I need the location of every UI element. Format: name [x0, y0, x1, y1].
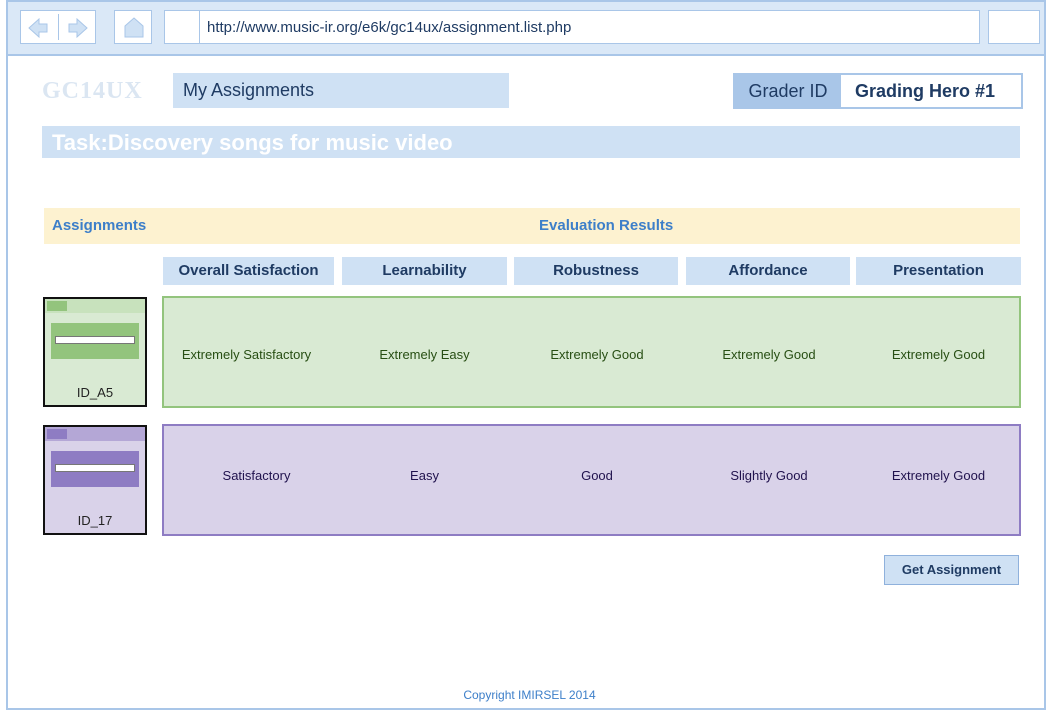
result-row[interactable]: Extremely Satisfactory Extremely Easy Ex…: [162, 296, 1021, 408]
result-affordance: Slightly Good: [730, 468, 808, 483]
thumbnail-favicon: [47, 429, 67, 439]
page-title: My Assignments: [173, 73, 509, 108]
grader-id-label: Grader ID: [735, 75, 841, 107]
thumbnail-favicon: [47, 301, 67, 311]
column-header-overall-satisfaction: Overall Satisfaction: [163, 257, 334, 285]
result-learnability: Extremely Easy: [379, 347, 470, 362]
column-header-robustness: Robustness: [514, 257, 678, 285]
assignments-heading: Assignments: [52, 217, 147, 234]
evaluation-results-heading: Evaluation Results: [539, 217, 674, 234]
forward-arrow-icon[interactable]: [67, 18, 89, 38]
site-logo: GC14UX: [42, 78, 143, 104]
browser-menu-button[interactable]: [988, 10, 1040, 44]
home-icon: [124, 17, 144, 38]
result-learnability: Easy: [410, 468, 439, 483]
browser-toolbar: http://www.music-ir.org/e6k/gc14ux/assig…: [6, 0, 1046, 56]
assignment-id: ID_A5: [76, 385, 114, 400]
task-title: Task:Discovery songs for music video: [52, 130, 453, 155]
nav-buttons: [20, 10, 96, 44]
column-header-learnability: Learnability: [342, 257, 507, 285]
table-heading-band: Assignments Evaluation Results: [44, 208, 1020, 244]
result-presentation: Extremely Good: [891, 347, 986, 362]
copyright-footer: Copyright IMIRSEL 2014: [463, 688, 596, 702]
get-assignment-button[interactable]: Get Assignment: [884, 555, 1019, 585]
task-banner: Task:Discovery songs for music video: [42, 126, 1020, 158]
assignment-thumbnail[interactable]: ID_A5: [43, 297, 147, 407]
thumbnail-search-box: [55, 464, 135, 472]
thumbnail-search-box: [55, 336, 135, 344]
grader-id-box: Grader ID Grading Hero #1: [733, 73, 1023, 109]
url-text: http://www.music-ir.org/e6k/gc14ux/assig…: [207, 19, 572, 36]
result-robustness: Good: [581, 468, 613, 483]
column-header-presentation: Presentation: [856, 257, 1021, 285]
nav-divider: [58, 14, 59, 40]
back-arrow-icon[interactable]: [27, 18, 49, 38]
result-overall-satisfaction: Satisfactory: [222, 468, 291, 483]
result-row[interactable]: Satisfactory Easy Good Slightly Good Ext…: [162, 424, 1021, 536]
column-header-affordance: Affordance: [686, 257, 850, 285]
address-bar[interactable]: http://www.music-ir.org/e6k/gc14ux/assig…: [164, 10, 980, 44]
result-affordance: Extremely Good: [722, 347, 816, 362]
home-button[interactable]: [114, 10, 152, 44]
page-favicon-box: [165, 11, 200, 43]
result-overall-satisfaction: Extremely Satisfactory: [181, 347, 312, 362]
result-presentation: Extremely Good: [891, 468, 986, 483]
assignment-id: ID_17: [77, 513, 113, 528]
grader-id-value: Grading Hero #1: [855, 81, 996, 101]
assignment-thumbnail[interactable]: ID_17: [43, 425, 147, 535]
result-robustness: Extremely Good: [550, 347, 644, 362]
